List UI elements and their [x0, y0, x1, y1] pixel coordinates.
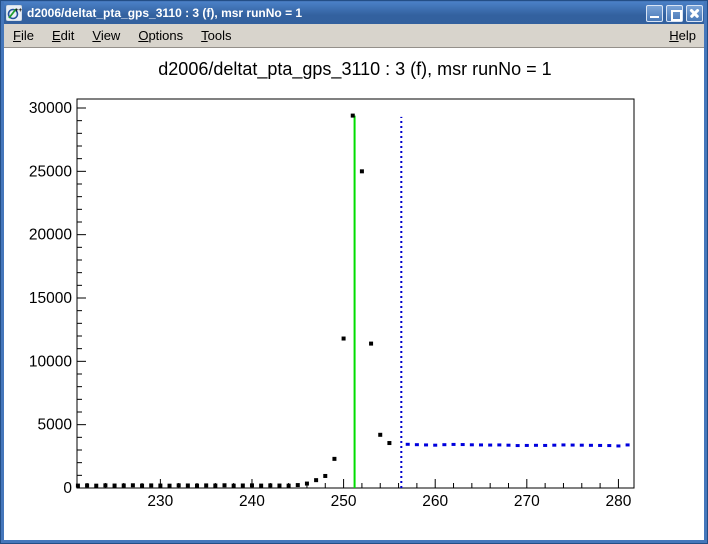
data-point: [204, 483, 208, 487]
data-point: [406, 443, 410, 446]
data-point: [113, 484, 117, 488]
data-point: [424, 443, 428, 446]
data-point: [186, 483, 190, 487]
data-point: [232, 484, 236, 488]
data-point: [149, 483, 153, 487]
data-point: [452, 443, 456, 446]
data-point: [250, 483, 254, 487]
y-tick-label: 25000: [29, 163, 72, 180]
data-point: [543, 444, 547, 447]
data-point: [195, 484, 199, 488]
data-point: [296, 483, 300, 487]
data-point: [415, 443, 419, 446]
menu-item-edit[interactable]: Edit: [43, 25, 83, 46]
plot-area: 230 240 250 260 270 280 0 5000 10000 15000 20000 25…: [4, 48, 704, 540]
fit-curve-points: [406, 443, 630, 448]
titlebar[interactable]: ++ d2006/deltat_pta_gps_3110 : 3 (f), ms…: [4, 2, 704, 24]
data-point: [305, 482, 309, 486]
data-point: [506, 444, 510, 447]
data-point: [268, 483, 272, 487]
data-point: [323, 474, 327, 478]
minimize-button[interactable]: [646, 5, 663, 22]
y-tick-label: 15000: [29, 290, 72, 307]
y-tick-label: 5000: [38, 417, 73, 434]
data-point: [479, 443, 483, 446]
data-point: [378, 433, 382, 437]
data-point: [277, 484, 281, 488]
data-point: [387, 441, 391, 445]
y-tick-label: 0: [63, 480, 72, 497]
data-point: [140, 484, 144, 488]
minimize-icon: [650, 16, 659, 18]
window-title: d2006/deltat_pta_gps_3110 : 3 (f), msr r…: [27, 6, 646, 20]
data-point: [497, 443, 501, 446]
data-point: [103, 483, 107, 487]
data-point: [442, 443, 446, 446]
menu-item-file[interactable]: File: [4, 25, 43, 46]
data-point: [76, 484, 80, 488]
data-point: [616, 444, 620, 447]
data-point: [168, 484, 172, 488]
data-point: [561, 443, 565, 446]
data-point: [131, 483, 135, 487]
data-point: [158, 484, 162, 488]
data-point: [534, 444, 538, 447]
y-tick-label: 10000: [29, 353, 72, 370]
data-point: [552, 444, 556, 447]
menu-item-options[interactable]: Options: [129, 25, 192, 46]
close-button[interactable]: [686, 5, 703, 22]
data-point: [222, 483, 226, 487]
data-point: [470, 443, 474, 446]
maximize-button[interactable]: [666, 5, 683, 22]
x-tick-label: 240: [239, 493, 265, 510]
data-point: [314, 478, 318, 482]
x-tick-label: 230: [147, 493, 173, 510]
data-point: [580, 444, 584, 447]
menubar: FileEditViewOptionsTools Help: [4, 24, 704, 48]
data-point: [626, 443, 630, 446]
data-point: [607, 444, 611, 447]
data-point: [433, 444, 437, 447]
svg-text:++: ++: [15, 8, 22, 14]
menu-item-help[interactable]: Help: [661, 25, 704, 46]
data-point: [332, 457, 336, 461]
data-point: [122, 483, 126, 487]
data-point: [360, 169, 364, 173]
x-axis: 230 240 250 260 270 280: [87, 479, 632, 510]
root-app-icon: ++: [6, 5, 22, 21]
data-point: [571, 444, 575, 447]
data-point: [351, 114, 355, 118]
data-point: [94, 484, 98, 488]
y-tick-label: 20000: [29, 227, 72, 244]
histogram-data-points: [76, 114, 391, 488]
menu-item-tools[interactable]: Tools: [192, 25, 240, 46]
data-point: [369, 342, 373, 346]
x-tick-label: 250: [331, 493, 357, 510]
data-point: [287, 484, 291, 488]
root-canvas-window: ++ d2006/deltat_pta_gps_3110 : 3 (f), ms…: [0, 0, 708, 544]
x-tick-label: 280: [605, 493, 631, 510]
data-point: [177, 483, 181, 487]
data-point: [241, 483, 245, 487]
data-point: [85, 483, 89, 487]
plot-canvas[interactable]: d2006/deltat_pta_gps_3110 : 3 (f), msr r…: [4, 48, 704, 540]
data-point: [589, 444, 593, 447]
data-point: [516, 444, 520, 447]
x-tick-label: 260: [422, 493, 448, 510]
data-point: [525, 444, 529, 447]
y-tick-label: 30000: [29, 100, 72, 117]
maximize-icon: [671, 10, 682, 21]
data-point: [598, 444, 602, 447]
data-point: [259, 484, 263, 488]
data-point: [342, 337, 346, 341]
x-tick-label: 270: [514, 493, 540, 510]
data-point: [461, 443, 465, 446]
plot-title: d2006/deltat_pta_gps_3110 : 3 (f), msr r…: [4, 59, 704, 80]
data-point: [213, 484, 217, 488]
menu-item-view[interactable]: View: [83, 25, 129, 46]
data-point: [488, 444, 492, 447]
